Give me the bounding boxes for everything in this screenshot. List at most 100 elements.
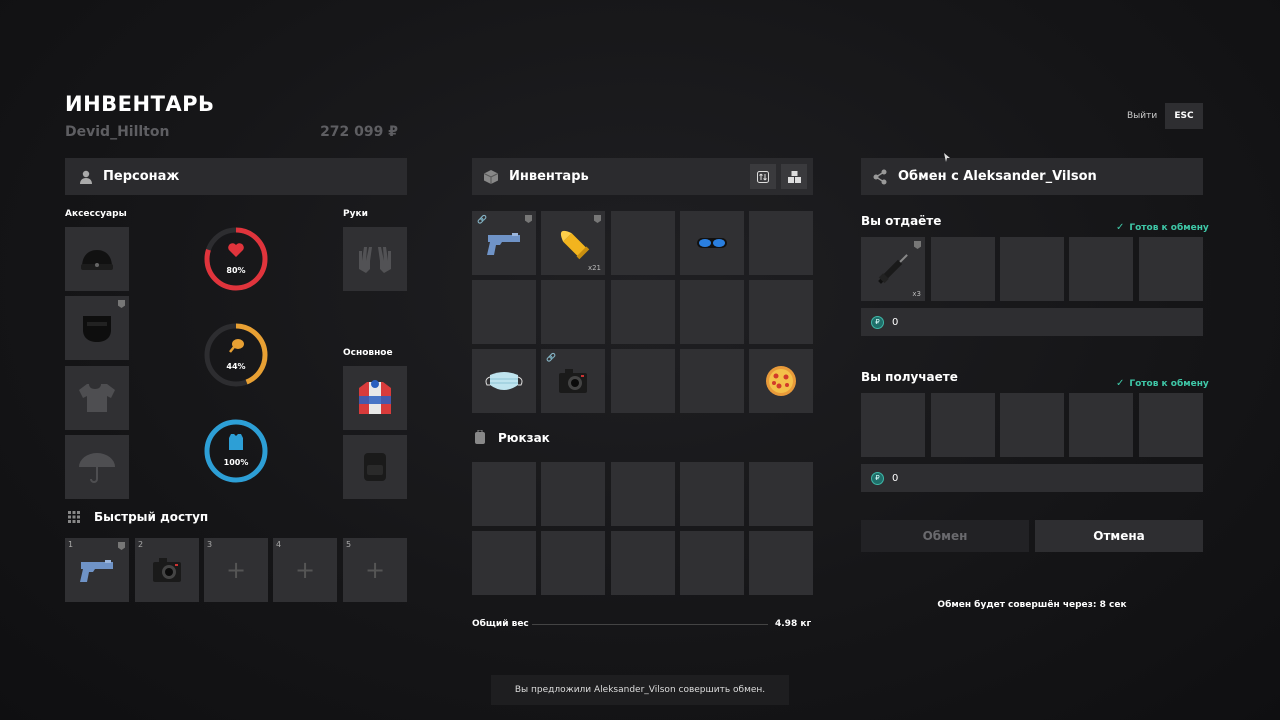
exchange-button[interactable]: Обмен (861, 520, 1029, 552)
sort-button[interactable] (750, 164, 776, 189)
backpack-slot[interactable] (680, 462, 744, 526)
item-quantity: x3 (912, 290, 921, 298)
backpack-slot[interactable] (611, 531, 675, 595)
inventory-slot[interactable]: 🔗 (541, 349, 605, 413)
give-money-value: 0 (892, 316, 899, 328)
inventory-title: Инвентарь (509, 169, 589, 184)
slot-hat[interactable] (65, 227, 129, 291)
backpack-slot[interactable] (472, 462, 536, 526)
item-quantity: x21 (587, 264, 601, 272)
grid-icon (68, 511, 80, 523)
armor-value: 100% (223, 458, 249, 467)
inventory-slot[interactable] (611, 211, 675, 275)
inventory-slot[interactable] (749, 211, 813, 275)
receive-slot (861, 393, 925, 457)
armor-gauge: 100% (203, 418, 269, 484)
inventory-slot[interactable] (749, 349, 813, 413)
shirt-icon (79, 384, 115, 412)
inventory-slot[interactable]: x21 (541, 211, 605, 275)
quick-slot-4[interactable]: 4 + (273, 538, 337, 602)
backpack-icon (364, 453, 386, 481)
receive-money-field: ₽ 0 (861, 464, 1203, 492)
give-slot[interactable] (1139, 237, 1203, 301)
inventory-slot[interactable] (749, 280, 813, 344)
inventory-slot[interactable] (680, 280, 744, 344)
exit-label[interactable]: Выйти (1127, 111, 1157, 121)
accessories-label: Аксессуары (65, 209, 127, 219)
backpack-slot[interactable] (472, 531, 536, 595)
stack-button[interactable] (781, 164, 807, 189)
cancel-button[interactable]: Отмена (1035, 520, 1203, 552)
character-header: Персонаж (65, 158, 407, 195)
weight-value: 4.98 кг (775, 619, 812, 629)
hands-label: Руки (343, 209, 368, 219)
person-icon (80, 170, 92, 184)
backpack-slot[interactable] (749, 531, 813, 595)
page-title: ИНВЕНТАРЬ (65, 92, 215, 116)
mouse-cursor-icon (944, 153, 950, 162)
heart-icon (228, 243, 244, 257)
slot-hands[interactable] (343, 227, 407, 291)
backpack-slot[interactable] (680, 531, 744, 595)
quick-slot-3[interactable]: 3 + (204, 538, 268, 602)
inventory-slot[interactable] (611, 349, 675, 413)
vest-icon (229, 434, 243, 450)
inventory-slot[interactable] (541, 280, 605, 344)
jacket-icon (359, 380, 391, 414)
esc-button[interactable]: ESC (1165, 103, 1203, 129)
backpack-slot[interactable] (541, 531, 605, 595)
weight-divider (532, 624, 768, 625)
umbrella-icon (79, 453, 115, 483)
inventory-slot[interactable] (472, 349, 536, 413)
goggles-icon (697, 238, 727, 248)
check-icon: ✓ (1116, 222, 1125, 233)
plus-icon: + (364, 556, 386, 584)
ruble-coin-icon: ₽ (871, 315, 884, 329)
backpack-title: Рюкзак (498, 431, 550, 445)
inventory-slot[interactable] (680, 349, 744, 413)
trade-title: Обмен с Aleksander_Vilson (898, 169, 1097, 184)
inventory-slot[interactable] (472, 280, 536, 344)
quick-slot-1[interactable]: 1 (65, 538, 129, 602)
give-slot[interactable]: x3 (861, 237, 925, 301)
trade-header: Обмен с Aleksander_Vilson (861, 158, 1203, 195)
slot-jacket[interactable] (343, 366, 407, 430)
quick-access-title: Быстрый доступ (94, 510, 209, 524)
backpack-slot[interactable] (749, 462, 813, 526)
backpack-slot[interactable] (611, 462, 675, 526)
quick-slot-5[interactable]: 5 + (343, 538, 407, 602)
armor-ring (204, 419, 268, 483)
give-slot[interactable] (1069, 237, 1133, 301)
inventory-slot[interactable]: 🔗 (472, 211, 536, 275)
backpack-slot[interactable] (541, 462, 605, 526)
receive-slot (931, 393, 995, 457)
notification-toast: Вы предложили Aleksander_Vilson совершит… (491, 675, 789, 705)
slot-number: 2 (138, 540, 144, 549)
hunger-value: 44% (226, 362, 246, 371)
gloves-icon (359, 247, 391, 273)
give-slot[interactable] (1000, 237, 1064, 301)
slot-mask[interactable] (65, 296, 129, 360)
slot-umbrella[interactable] (65, 435, 129, 499)
receive-label: Вы получаете (861, 370, 958, 384)
balance: 272 099 ₽ (320, 124, 398, 140)
slot-backpack[interactable] (343, 435, 407, 499)
slot-number: 1 (68, 540, 74, 549)
beanie-icon (81, 250, 113, 270)
main-label: Основное (343, 348, 393, 358)
give-label: Вы отдаёте (861, 214, 942, 228)
boxes-icon (787, 170, 801, 183)
box-icon (483, 169, 499, 184)
inventory-slot[interactable] (611, 280, 675, 344)
notification-text: Вы предложили Aleksander_Vilson совершит… (514, 685, 766, 695)
give-slot[interactable] (931, 237, 995, 301)
slot-shirt[interactable] (65, 366, 129, 430)
inventory-slot[interactable] (680, 211, 744, 275)
quick-slot-2[interactable]: 2 (135, 538, 199, 602)
health-gauge: 80% (203, 226, 269, 292)
health-value: 80% (226, 266, 246, 275)
receive-ready-status: ✓ Готов к обмену (1116, 371, 1209, 390)
give-money-field[interactable]: ₽ 0 (861, 308, 1203, 336)
food-icon (229, 339, 244, 353)
ruble-coin-icon: ₽ (871, 471, 884, 485)
